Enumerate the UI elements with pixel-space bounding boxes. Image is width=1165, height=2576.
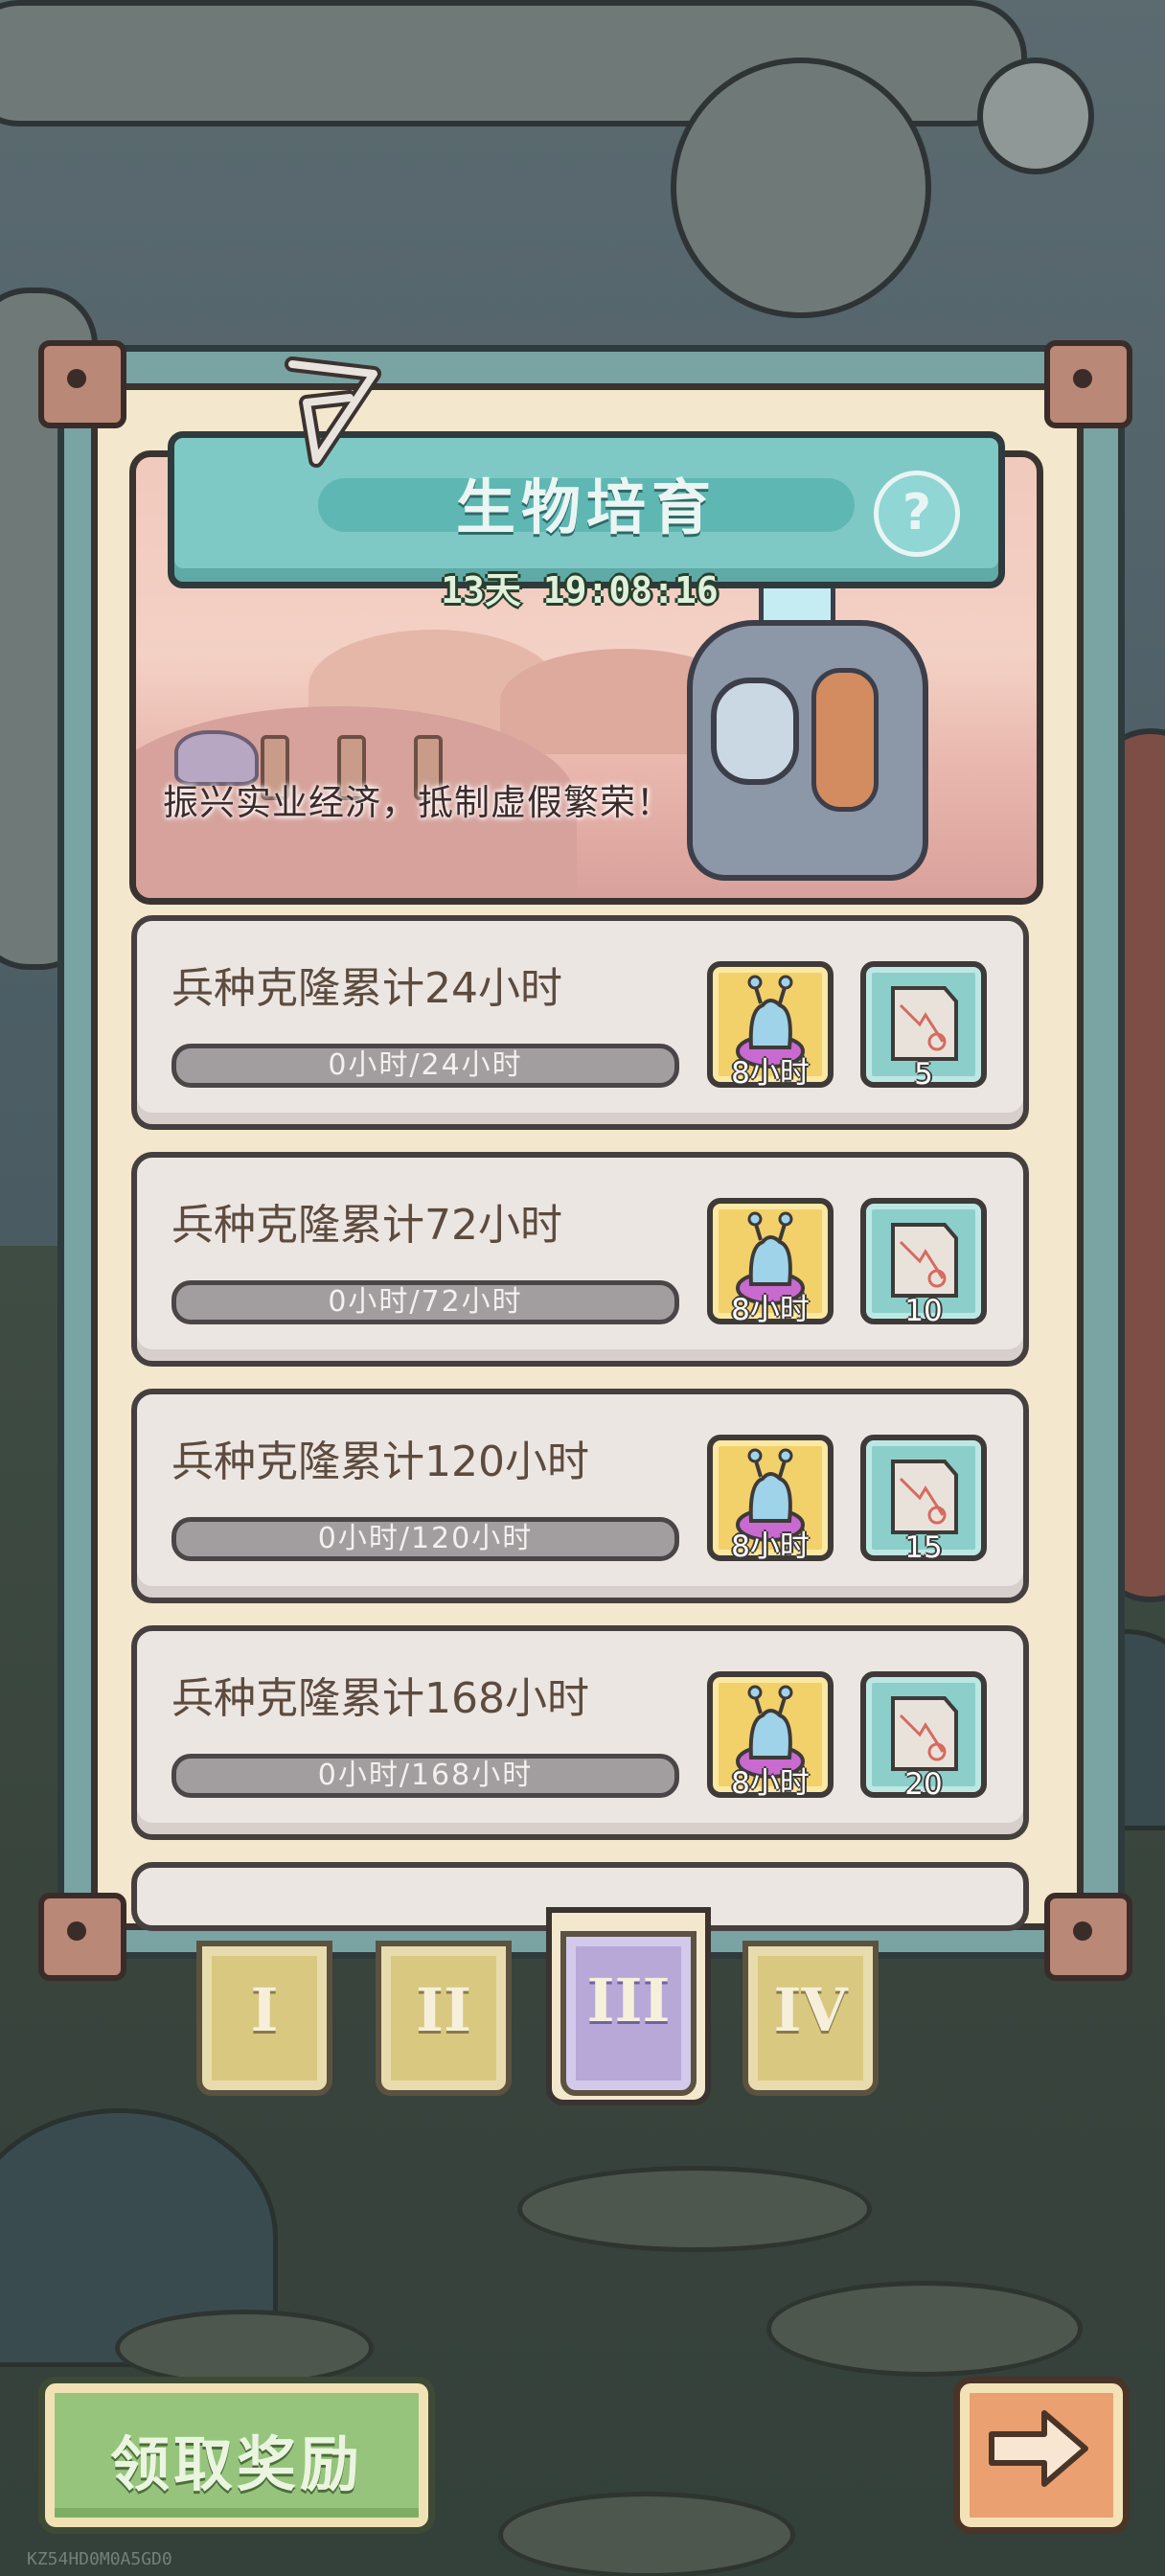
pressure-gauge <box>977 58 1094 174</box>
task-title: 兵种克隆累计120小时 <box>171 1438 589 1486</box>
tab-label: IV <box>773 1975 848 2045</box>
frame-corner-bolt <box>38 1893 126 1981</box>
tab-label: II <box>415 1975 471 2045</box>
task-row: 兵种克隆累计168小时 0小时/168小时 8小时 20 <box>131 1625 1029 1840</box>
watermark-code: KZ54HD0M0A5GD0 <box>27 2549 172 2569</box>
task-progress-bar: 0小时/168小时 <box>171 1754 679 1798</box>
task-progress-text: 0小时/24小时 <box>328 1048 523 1082</box>
paperclip-icon <box>285 356 381 468</box>
task-row: 兵种克隆累计72小时 0小时/72小时 8小时 10 <box>131 1152 1029 1367</box>
reward-item-label: 8小时 <box>731 1293 810 1327</box>
tab-label: III <box>586 1966 671 2036</box>
task-progress-text: 0小时/120小时 <box>317 1522 534 1555</box>
machine-tag <box>811 668 879 812</box>
reward-currency-amount: 5 <box>914 1057 933 1092</box>
arrow-right-icon <box>989 2410 1088 2487</box>
machine-window <box>711 678 799 785</box>
task-progress-bar: 0小时/72小时 <box>171 1280 679 1324</box>
event-countdown: 13天 19:08:16 <box>441 569 719 611</box>
reward-clone-item[interactable]: 8小时 <box>707 1198 834 1327</box>
reward-currency-amount: 20 <box>904 1767 943 1802</box>
reward-currency[interactable]: 10 <box>860 1198 987 1328</box>
puddle <box>498 2492 795 2576</box>
puddle <box>517 2166 872 2252</box>
task-row: 兵种克隆累计120小时 0小时/120小时 8小时 15 <box>131 1389 1029 1603</box>
frame-corner-bolt <box>1044 340 1132 428</box>
tab-I[interactable]: I <box>196 1941 332 2096</box>
pipe-joint <box>671 58 931 318</box>
task-progress-bar: 0小时/120小时 <box>171 1517 679 1561</box>
reward-currency[interactable]: 20 <box>860 1671 987 1802</box>
task-title: 兵种克隆累计72小时 <box>171 1201 562 1250</box>
frame-corner-bolt <box>1044 1893 1132 1981</box>
puddle <box>766 2281 1083 2377</box>
reward-clone-item[interactable]: 8小时 <box>707 1671 834 1801</box>
claim-reward-label: 领取奖励 <box>109 2429 363 2499</box>
task-progress-text: 0小时/72小时 <box>328 1285 523 1319</box>
puddle <box>115 2310 374 2386</box>
next-button[interactable] <box>953 2377 1130 2534</box>
reward-currency[interactable]: 5 <box>860 961 987 1092</box>
reward-item-label: 8小时 <box>731 1766 810 1801</box>
reward-currency[interactable]: 15 <box>860 1435 987 1565</box>
tab-label: I <box>250 1975 279 2045</box>
reward-clone-item[interactable]: 8小时 <box>707 1435 834 1564</box>
task-title: 兵种克隆累计168小时 <box>171 1674 589 1723</box>
reward-clone-item[interactable]: 8小时 <box>707 961 834 1091</box>
claim-reward-button[interactable]: 领取奖励 <box>38 2377 435 2534</box>
banner-slogan: 振兴实业经济，抵制虚假繁荣！ <box>163 782 673 823</box>
tab-IV[interactable]: IV <box>742 1941 879 2096</box>
frame-corner-bolt <box>38 340 126 428</box>
tab-III[interactable]: III <box>560 1931 697 2096</box>
task-row: 兵种克隆累计24小时 0小时/24小时 8小时 5 <box>131 915 1029 1130</box>
reward-item-label: 8小时 <box>731 1056 810 1091</box>
task-progress-bar: 0小时/24小时 <box>171 1044 679 1088</box>
reward-currency-amount: 10 <box>904 1294 943 1328</box>
task-progress-text: 0小时/168小时 <box>317 1759 534 1792</box>
tab-II[interactable]: II <box>376 1941 512 2096</box>
reward-item-label: 8小时 <box>731 1530 810 1564</box>
reward-currency-amount: 15 <box>904 1530 943 1565</box>
help-button[interactable]: ? <box>874 471 960 557</box>
task-title: 兵种克隆累计24小时 <box>171 964 562 1013</box>
